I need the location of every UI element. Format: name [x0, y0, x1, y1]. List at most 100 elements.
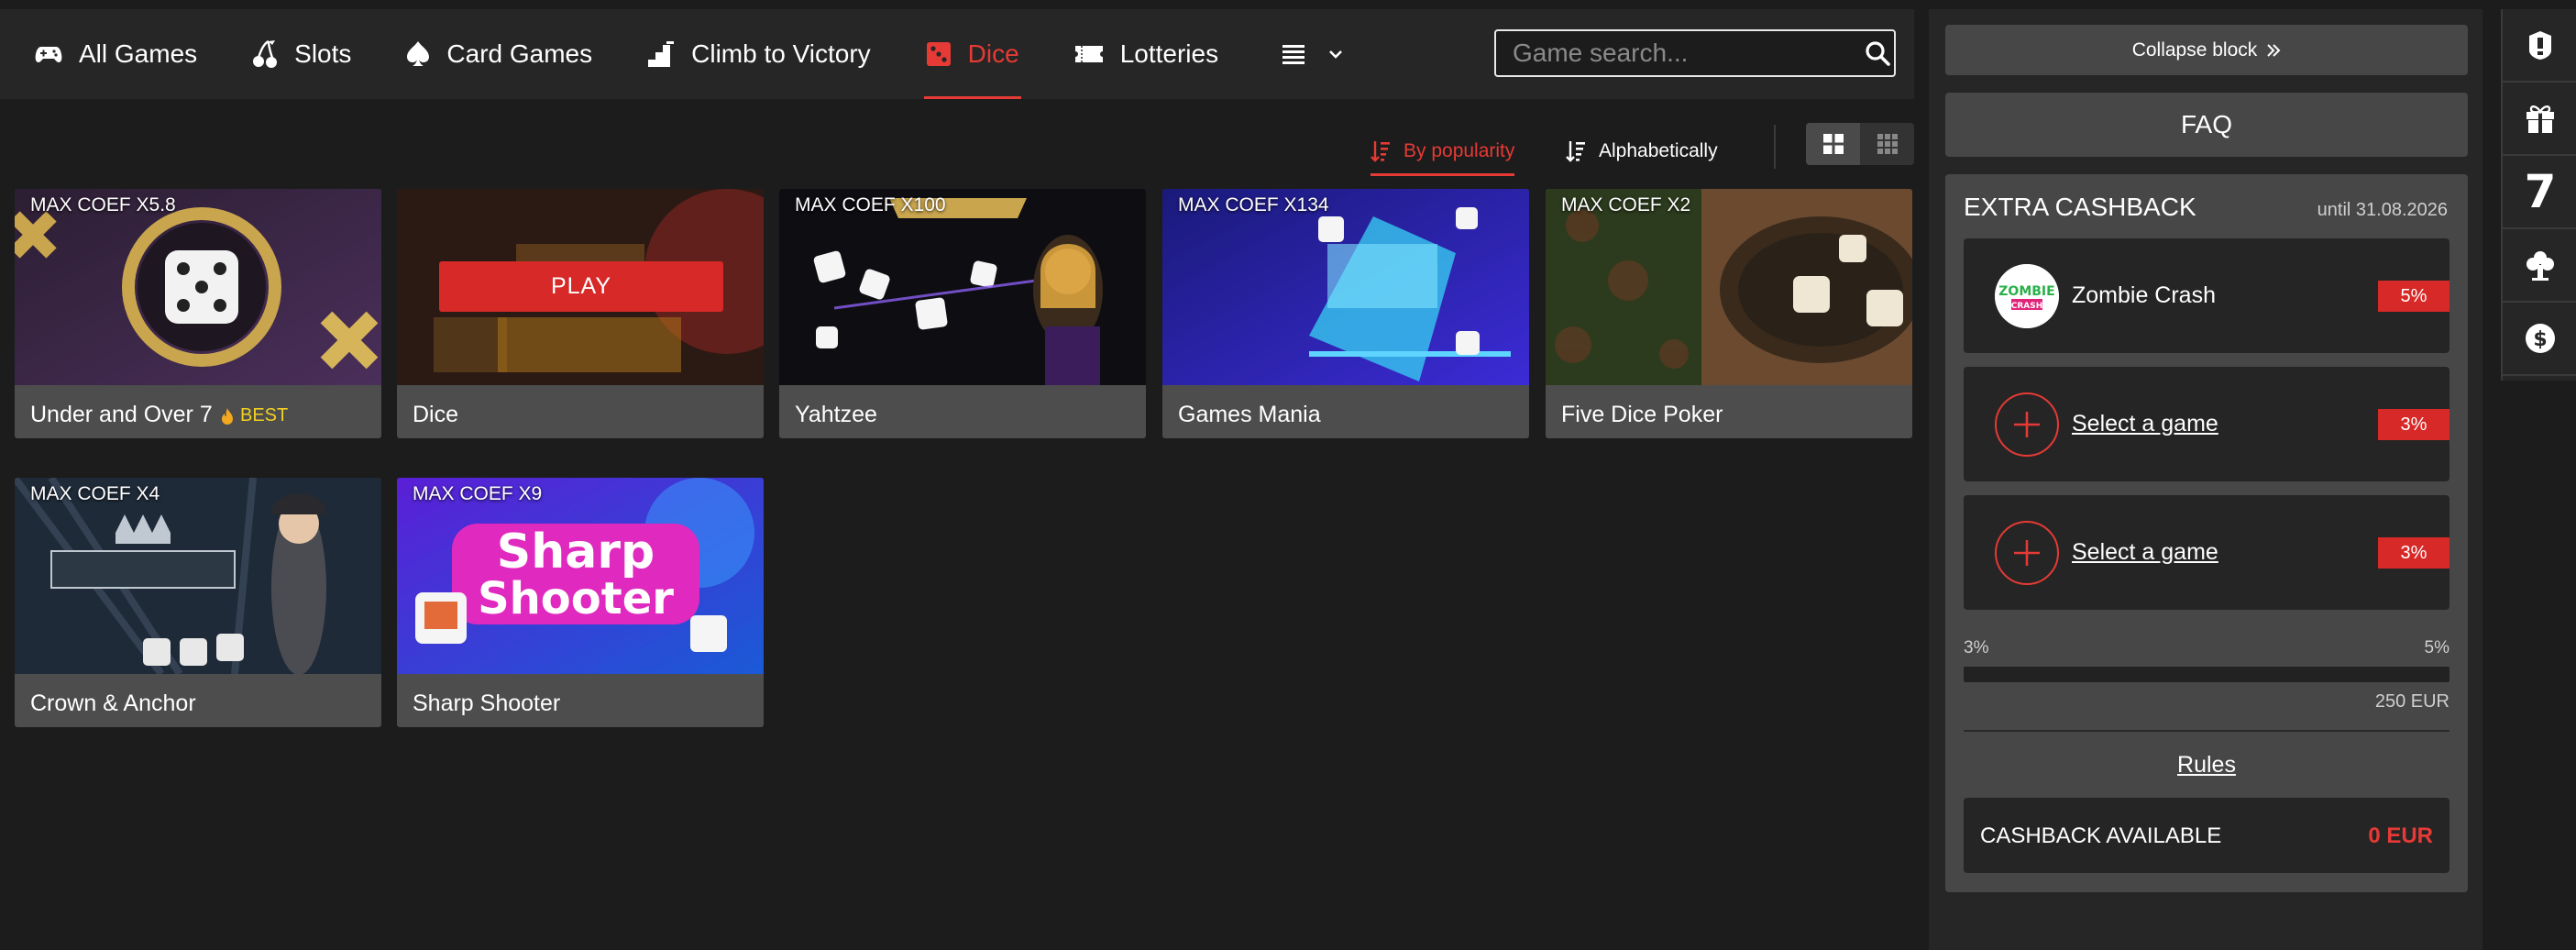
game-thumbnail — [15, 189, 381, 385]
double-chevron-right-icon — [2267, 43, 2281, 57]
small-grid-view-button[interactable] — [1860, 123, 1914, 165]
nav-label: Card Games — [446, 39, 593, 68]
rail-seven-button[interactable]: 7 — [2503, 156, 2576, 229]
rules-link[interactable]: Rules — [1945, 752, 2468, 779]
cashback-select-row: Select a game 3% — [1964, 495, 2449, 610]
cashback-available-label: CASHBACK AVAILABLE — [1980, 823, 2222, 848]
svg-text:ZOMBIE: ZOMBIE — [1998, 284, 2054, 299]
cashback-available-value: 0 EUR — [2368, 823, 2433, 848]
max-coef-label: MAX COEF X100 — [795, 194, 946, 215]
nav-item-slots[interactable]: Slots — [234, 9, 369, 99]
rail-promo-button[interactable] — [2503, 9, 2576, 83]
game-title: Games Mania — [1178, 402, 1321, 427]
max-coef-label: MAX COEF X9 — [413, 483, 543, 504]
cashback-select-row: Select a game 3% — [1964, 367, 2449, 481]
cashback-until-date: until 31.08.2026 — [2317, 200, 2448, 220]
collapse-label: Collapse block — [2131, 39, 2258, 61]
faq-button[interactable]: FAQ — [1945, 93, 2468, 157]
cashback-available-box: CASHBACK AVAILABLE 0 EUR — [1964, 798, 2449, 873]
category-nav: All Games Slots Card Games Climb to Vict… — [0, 9, 1914, 99]
zombie-crash-logo: ZOMBIE CRASH — [1995, 264, 2059, 328]
svg-text:Sharp: Sharp — [497, 525, 655, 580]
rail-tree-button[interactable] — [2503, 229, 2576, 303]
game-card-dice[interactable]: PLAY Dice — [397, 189, 764, 438]
extra-cashback-panel: EXTRA CASHBACK until 31.08.2026 ZOMBIE C… — [1945, 174, 2468, 892]
sort-label: Alphabetically — [1599, 140, 1718, 161]
game-card-sharp-shooter[interactable]: Sharp Shooter MAX COEF X9 Sharp Shooter — [397, 478, 764, 727]
game-card-crown-and-anchor[interactable]: MAX COEF X4 Crown & Anchor — [15, 478, 381, 727]
nav-label: Lotteries — [1119, 39, 1219, 68]
promo-icon — [2529, 31, 2551, 60]
game-thumbnail — [15, 478, 381, 674]
nav-item-lotteries[interactable]: Lotteries — [1056, 9, 1237, 99]
best-badge: BEST — [220, 405, 288, 426]
range-min-label: 3% — [1964, 638, 1989, 657]
sort-icon — [1566, 141, 1585, 162]
max-coef-label: MAX COEF X134 — [1178, 194, 1329, 215]
gamepad-icon — [35, 47, 62, 62]
sort-alphabetically[interactable]: Alphabetically — [1566, 127, 1718, 176]
cherry-icon — [253, 39, 278, 68]
dollar-icon: $ — [2526, 324, 2555, 353]
small-grid-icon — [1877, 134, 1898, 154]
cashback-title: EXTRA CASHBACK — [1964, 193, 2196, 221]
nav-item-dice[interactable]: Dice — [908, 9, 1038, 99]
game-search — [1494, 29, 1896, 77]
nav-item-card-games[interactable]: Card Games — [388, 9, 611, 99]
nav-label: Slots — [294, 39, 352, 68]
select-game-link[interactable]: Select a game — [2072, 539, 2218, 566]
game-card-five-dice-poker[interactable]: MAX COEF X2 Five Dice Poker — [1546, 189, 1912, 438]
nav-label: All Games — [79, 39, 198, 68]
search-input[interactable] — [1496, 39, 1860, 68]
add-game-button[interactable] — [1995, 521, 2059, 585]
seven-icon: 7 — [2524, 165, 2557, 218]
search-icon — [1865, 41, 1890, 66]
max-coef-label: MAX COEF X2 — [1561, 194, 1691, 215]
nav-label: Dice — [967, 39, 1019, 68]
gift-icon — [2526, 105, 2554, 133]
cashback-percent: 3% — [2378, 537, 2449, 569]
game-card-games-mania[interactable]: MAX COEF X134 Games Mania — [1162, 189, 1529, 438]
nav-item-all-games[interactable]: All Games — [17, 9, 215, 99]
cashback-percent: 5% — [2378, 281, 2449, 312]
game-thumbnail: Sharp Shooter — [397, 478, 764, 674]
cashback-game-name: Zombie Crash — [2072, 282, 2216, 308]
sort-label: By popularity — [1404, 140, 1515, 161]
dice-icon — [926, 42, 951, 66]
play-button[interactable]: PLAY — [439, 261, 723, 312]
divider — [1774, 125, 1776, 169]
add-game-button[interactable] — [1995, 392, 2059, 457]
game-title: Five Dice Poker — [1561, 402, 1723, 427]
svg-text:Shooter: Shooter — [478, 573, 674, 624]
svg-text:CRASH: CRASH — [2011, 302, 2043, 311]
game-card-yahtzee[interactable]: MAX COEF X100 Yahtzee — [779, 189, 1146, 438]
quick-access-rail: 7 $ — [2501, 9, 2576, 381]
svg-text:$: $ — [2533, 328, 2547, 351]
best-label: BEST — [240, 405, 289, 425]
game-thumbnail — [1546, 189, 1912, 385]
cashback-progress-bar — [1964, 667, 2449, 682]
cashback-target-amount: 250 EUR — [2374, 691, 2449, 712]
plus-icon — [2014, 540, 2040, 566]
more-categories-button[interactable] — [1264, 9, 1378, 99]
game-card-under-and-over-7[interactable]: MAX COEF X5.8 Under and Over 7 BEST — [15, 189, 381, 438]
nav-item-climb-to-victory[interactable]: Climb to Victory — [629, 9, 889, 99]
select-game-link[interactable]: Select a game — [2072, 411, 2218, 437]
large-grid-view-button[interactable] — [1806, 123, 1860, 165]
cashback-game-row[interactable]: ZOMBIE CRASH Zombie Crash 5% — [1964, 238, 2449, 353]
sort-by-popularity[interactable]: By popularity — [1371, 127, 1515, 176]
rail-gift-button[interactable] — [2503, 83, 2576, 156]
chevron-down-icon — [1329, 50, 1343, 59]
rail-dollar-button[interactable]: $ — [2503, 303, 2576, 376]
search-button[interactable] — [1860, 40, 1894, 66]
nav-label: Climb to Victory — [691, 39, 871, 68]
collapse-block-button[interactable]: Collapse block — [1945, 25, 2468, 75]
game-title: Under and Over 7 — [30, 402, 213, 427]
game-title: Dice — [413, 402, 459, 427]
sort-icon — [1371, 141, 1390, 162]
large-grid-icon — [1822, 134, 1844, 154]
view-toggle — [1806, 123, 1914, 165]
plus-icon — [2014, 412, 2040, 437]
stairs-icon — [648, 41, 675, 67]
sort-bar: By popularity Alphabetically — [0, 99, 1914, 191]
